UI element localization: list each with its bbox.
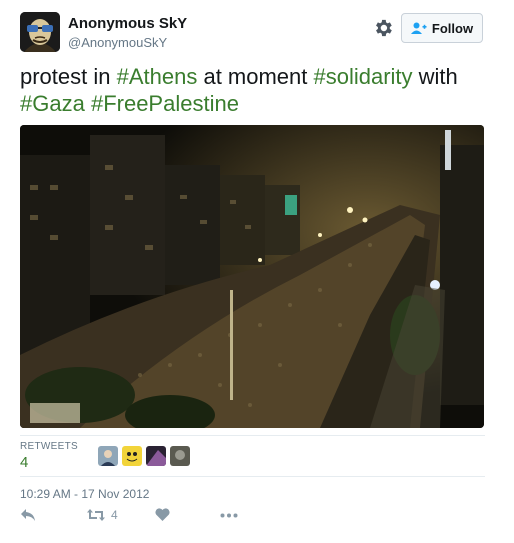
retweeter-avatar[interactable] [98, 446, 118, 466]
gear-icon[interactable] [372, 17, 394, 39]
follow-person-icon [410, 22, 427, 34]
retweeter-avatar[interactable] [122, 446, 142, 466]
hashtag-link[interactable]: #Gaza [20, 91, 85, 116]
more-icon [220, 513, 238, 518]
reply-button[interactable] [20, 508, 36, 522]
retweets-label: RETWEETS [20, 441, 78, 452]
tweet-photo[interactable] [20, 125, 484, 428]
like-button[interactable] [155, 508, 170, 521]
user-name[interactable]: Anonymous SkY [68, 15, 187, 32]
divider [20, 435, 485, 436]
user-avatar[interactable] [20, 12, 60, 52]
tweet-text-part: protest in [20, 64, 117, 89]
retweet-count: 4 [111, 508, 118, 522]
tweet-text-part: at moment [197, 64, 314, 89]
tweet-timestamp[interactable]: 10:29 AM - 17 Nov 2012 [20, 487, 149, 501]
retweeter-avatar[interactable] [170, 446, 190, 466]
like-icon [155, 508, 170, 521]
hashtag-link[interactable]: #solidarity [314, 64, 413, 89]
retweet-button[interactable]: 4 [87, 508, 118, 522]
hashtag-link[interactable]: #FreePalestine [91, 91, 239, 116]
retweet-icon [87, 509, 105, 521]
tweet-text-part: with [412, 64, 458, 89]
tweet-text: protest in #Athens at moment #solidarity… [20, 63, 490, 117]
hashtag-link[interactable]: #Athens [117, 64, 198, 89]
retweeter-avatars [98, 446, 190, 466]
follow-button[interactable]: Follow [401, 13, 483, 43]
divider [20, 476, 485, 477]
user-handle[interactable]: @AnonymouSkY [68, 35, 167, 50]
retweeter-avatar[interactable] [146, 446, 166, 466]
retweets-count[interactable]: 4 [20, 454, 28, 471]
more-button[interactable] [220, 513, 238, 518]
reply-icon [21, 509, 35, 521]
follow-label: Follow [431, 20, 474, 36]
